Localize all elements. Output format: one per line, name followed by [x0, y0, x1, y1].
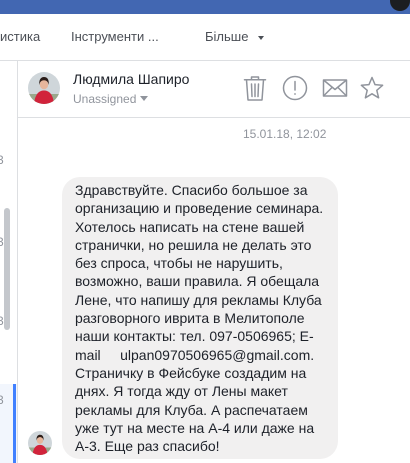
mark-spam-button[interactable] [282, 75, 308, 101]
conversation-date: 3 [0, 393, 4, 407]
message-line: возможно, ваши правила. Я обещала [75, 273, 320, 290]
contact-name[interactable]: Людмила Шапиро [73, 70, 189, 88]
envelope-icon [322, 79, 348, 97]
message-line: без спроса, чтобы не нарушить, [75, 255, 283, 272]
top-bar [0, 0, 410, 14]
conversation-list-item-selected[interactable]: 3 [0, 384, 17, 463]
message-line: Хотелось написать на стене вашей [75, 218, 305, 235]
message-line: Страничку в Фейсбуке создадим на [75, 364, 307, 381]
message-line: А-3. Еще раз спасибо! [75, 438, 220, 455]
sender-avatar [28, 431, 52, 455]
nav-tab-tools[interactable]: Інструменти ... [71, 14, 159, 60]
contact-photo-icon [28, 431, 52, 455]
page-nav: истика Інструменти ... Більше [0, 14, 410, 61]
scrollbar-thumb[interactable] [4, 208, 10, 330]
message-line: Лене, что напишу для рекламы Клуба [75, 291, 322, 308]
chevron-down-icon[interactable] [258, 36, 264, 40]
nav-tab-statistics[interactable]: истика [0, 14, 40, 60]
message-line: Здравствуйте. Спасибо большое за [75, 182, 308, 198]
message-line: странички, но решила не делать это [75, 236, 312, 253]
thread-header: Людмила Шапиро Unassigned [18, 61, 410, 118]
conversation-date: 3 [0, 153, 4, 167]
message-line: рекламы для Клуба. А распечатаем [75, 401, 308, 418]
assignment-label: Unassigned [73, 92, 137, 106]
message-line: разговорного иврита в Мелитополе [75, 310, 305, 327]
exclamation-circle-icon [282, 75, 308, 101]
message-bubble: Здравствуйте. Спасибо большое за организ… [62, 177, 338, 460]
assignment-dropdown[interactable]: Unassigned [73, 91, 149, 107]
star-icon [360, 76, 384, 99]
message-timestamp: 15.01.18, 12:02 [243, 127, 327, 141]
delete-button[interactable] [242, 75, 268, 101]
message-line: организацию и проведение семинара. [75, 200, 324, 217]
contact-photo-icon [28, 72, 60, 104]
message-line: днях. Я тогда жду от Лены макет [75, 383, 288, 400]
profile-avatar-icon[interactable] [390, 0, 410, 11]
nav-tab-more[interactable]: Більше [205, 14, 248, 60]
conversation-list: 3 3 3 3 [0, 61, 18, 463]
contact-avatar[interactable] [28, 72, 60, 104]
mark-unread-button[interactable] [322, 75, 348, 101]
inbox-window: истика Інструменти ... Більше 3 3 3 3 [0, 0, 410, 463]
message-line: наши контакты: тел. 097-0506965; E- [75, 328, 314, 345]
message-line: mail ulpan0970506965@gmail.com. [75, 346, 315, 363]
trash-icon [243, 76, 267, 101]
chevron-down-icon [140, 96, 149, 101]
message-line: уже тут на месте на А-4 или даже на [75, 419, 315, 436]
star-button[interactable] [359, 75, 385, 101]
